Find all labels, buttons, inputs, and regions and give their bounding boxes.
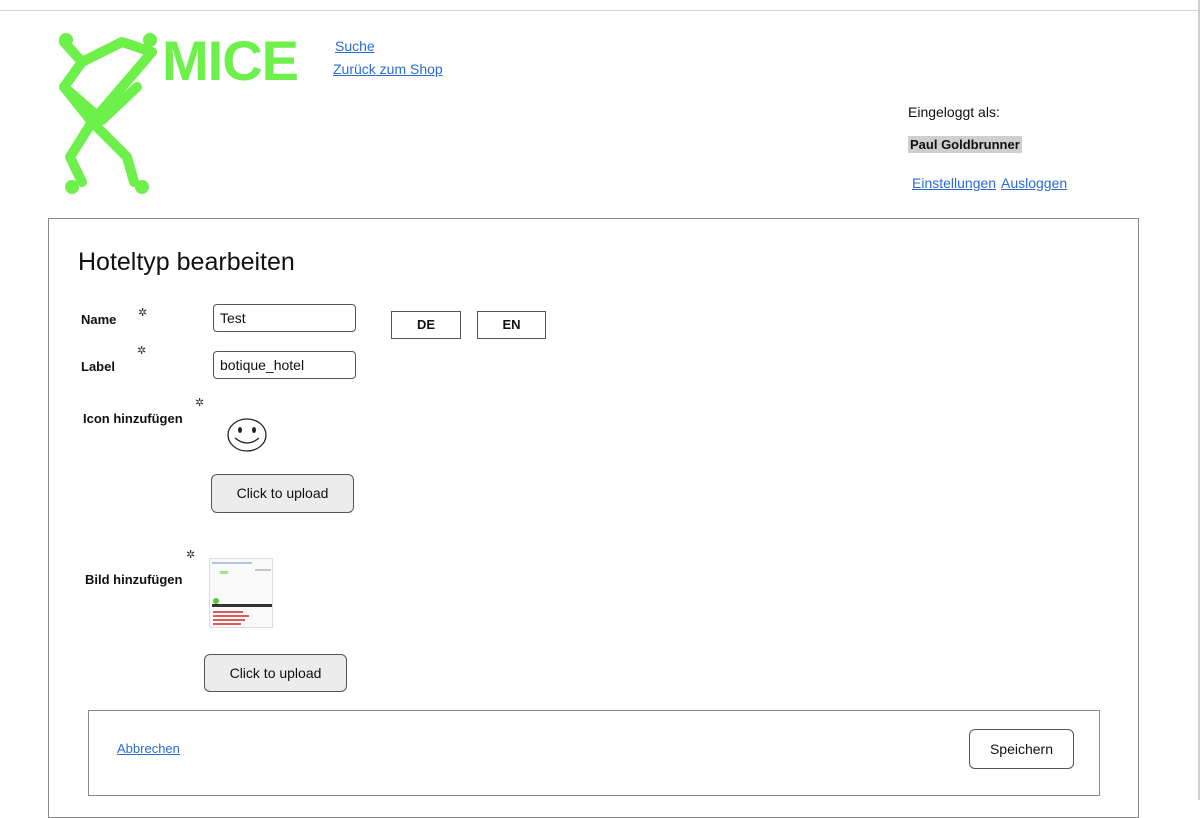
language-en-button[interactable]: EN	[477, 311, 546, 339]
icon-label: Icon hinzufügen	[83, 411, 183, 426]
top-divider	[0, 10, 1200, 11]
required-icon: ✲	[137, 345, 147, 357]
search-link[interactable]: Suche	[335, 38, 375, 54]
save-button[interactable]: Speichern	[969, 729, 1074, 769]
logout-link[interactable]: Ausloggen	[1001, 175, 1067, 191]
image-thumbnail	[209, 558, 273, 628]
smiley-icon	[227, 418, 267, 452]
logged-in-label: Eingeloggt als:	[908, 104, 1000, 120]
back-to-shop-link[interactable]: Zurück zum Shop	[333, 61, 443, 77]
required-icon: ✲	[138, 307, 148, 319]
name-label: Name	[81, 312, 117, 327]
label-label: Label	[81, 359, 115, 374]
thumbnail-preview-icon	[212, 562, 272, 625]
label-input[interactable]	[213, 351, 356, 379]
action-bar	[88, 710, 1100, 796]
name-input[interactable]	[213, 304, 356, 332]
cancel-link[interactable]: Abbrechen	[117, 741, 180, 756]
image-label: Bild hinzufügen	[85, 572, 183, 587]
page-title: Hoteltyp bearbeiten	[78, 248, 295, 276]
settings-link[interactable]: Einstellungen	[912, 175, 996, 191]
required-icon: ✲	[195, 397, 205, 409]
language-de-button[interactable]: DE	[391, 311, 461, 339]
logo-text: MICE	[162, 29, 299, 92]
user-name: Paul Goldbrunner	[908, 136, 1022, 153]
required-icon: ✲	[186, 549, 196, 561]
image-upload-button[interactable]: Click to upload	[204, 654, 347, 692]
icon-upload-button[interactable]: Click to upload	[211, 474, 354, 513]
